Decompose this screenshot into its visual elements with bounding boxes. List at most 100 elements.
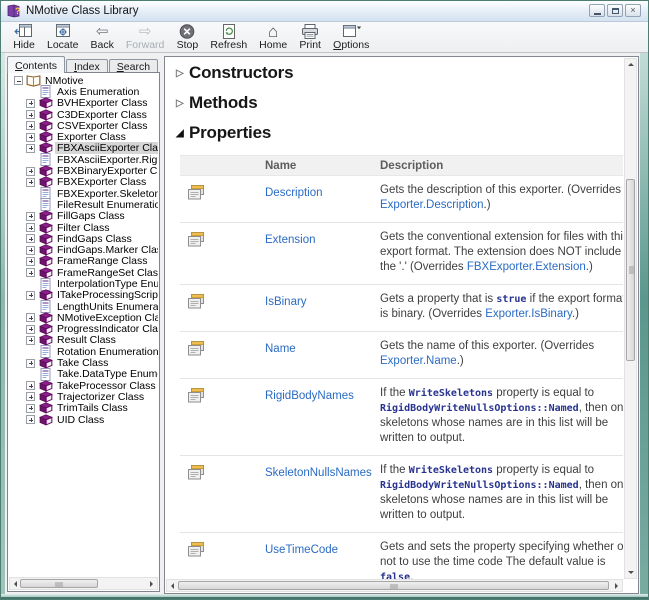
tree-item[interactable]: FileResult Enumeration <box>10 199 158 210</box>
tree-item-label[interactable]: Result Class <box>55 334 118 346</box>
tree-item-label[interactable]: CSVExporter Class <box>55 120 149 132</box>
tree-plus-box-icon[interactable] <box>26 313 35 322</box>
tree-item[interactable]: ITakeProcessingScript Interf. <box>10 290 158 301</box>
tree-plus-box-icon[interactable] <box>26 415 35 424</box>
tree-item-label[interactable]: InterpolationType Enumeratio <box>55 278 158 290</box>
tree-plus-box-icon[interactable] <box>26 246 35 255</box>
locate-button[interactable]: Locate <box>41 23 85 51</box>
options-button[interactable]: Options <box>327 23 375 51</box>
tree-plus-box-icon[interactable] <box>26 257 35 266</box>
tree-item[interactable]: FBXAsciiExporter Class <box>10 143 158 154</box>
tree-item-label[interactable]: FrameRangeSet Class <box>55 267 158 279</box>
tree-plus-box-icon[interactable] <box>26 336 35 345</box>
scroll-down-arrow-icon[interactable] <box>625 567 636 578</box>
topic-vertical-scrollbar[interactable] <box>624 58 637 579</box>
tree-item[interactable]: Take Class <box>10 357 158 368</box>
tree-scroll-thumb[interactable] <box>20 579 98 588</box>
tree-plus-box-icon[interactable] <box>26 268 35 277</box>
topic-scroll-thumb[interactable] <box>626 179 635 361</box>
property-name-link[interactable]: IsBinary <box>265 296 307 308</box>
tree-item-label[interactable]: NMotiveException Class <box>55 312 158 324</box>
tab-index[interactable]: Index <box>66 59 108 73</box>
tree-plus-box-icon[interactable] <box>26 234 35 243</box>
tree-item[interactable]: Axis Enumeration <box>10 86 158 97</box>
tree-item-label[interactable]: Take.DataType Enumeration <box>55 368 158 380</box>
tree-item-label[interactable]: Filter Class <box>55 222 112 234</box>
close-button[interactable]: × <box>625 4 641 17</box>
tree-item[interactable]: LengthUnits Enumeration <box>10 301 158 312</box>
tree-item-label[interactable]: TakeProcessor Class <box>55 380 158 392</box>
tree-item[interactable]: FBXAsciiExporter.RigidBodyW <box>10 154 158 165</box>
scroll-left-arrow-icon[interactable] <box>167 580 178 591</box>
tree-minus-box-icon[interactable] <box>14 76 23 85</box>
forward-button[interactable]: ⇨ Forward <box>120 23 171 51</box>
tree-plus-box-icon[interactable] <box>26 359 35 368</box>
tree-item[interactable]: FrameRangeSet Class <box>10 267 158 278</box>
tree-plus-box-icon[interactable] <box>26 144 35 153</box>
tree-item[interactable]: Take.DataType Enumeration <box>10 369 158 380</box>
tree-item[interactable]: Result Class <box>10 335 158 346</box>
tree-item[interactable]: Filter Class <box>10 222 158 233</box>
tree-item[interactable]: TrimTails Class <box>10 403 158 414</box>
home-button[interactable]: ⌂ Home <box>253 23 293 51</box>
tree-item[interactable]: Rotation Enumeration <box>10 346 158 357</box>
tree-item-label[interactable]: FBXAsciiExporter.RigidBodyW <box>55 154 158 166</box>
tree-item[interactable]: C3DExporter Class <box>10 109 158 120</box>
tree-item-label[interactable]: Trajectorizer Class <box>55 391 146 403</box>
tree-item[interactable]: CSVExporter Class <box>10 120 158 131</box>
tree-item[interactable]: FindGaps Class <box>10 233 158 244</box>
section-constructors[interactable]: Constructors <box>176 63 623 83</box>
section-properties[interactable]: Properties <box>176 123 623 143</box>
tree-item[interactable]: FBXBinaryExporter Class <box>10 165 158 176</box>
tree-plus-box-icon[interactable] <box>26 99 35 108</box>
property-name-link[interactable]: Extension <box>265 234 316 246</box>
property-name-link[interactable]: Name <box>265 343 296 355</box>
tree-plus-box-icon[interactable] <box>26 404 35 413</box>
tree-item-label[interactable]: FBXBinaryExporter Class <box>55 165 158 177</box>
override-link[interactable]: Exporter.Name <box>380 355 457 367</box>
tree-item-label[interactable]: FBXExporter Class <box>55 176 148 188</box>
tree-item[interactable]: NMotiveException Class <box>10 312 158 323</box>
tree-item-label[interactable]: FrameRange Class <box>55 255 149 267</box>
tree-item-label[interactable]: Take Class <box>55 357 110 369</box>
tree-plus-box-icon[interactable] <box>26 381 35 390</box>
tree-item-label[interactable]: LengthUnits Enumeration <box>55 301 158 313</box>
tree-item-label[interactable]: FindGaps.Marker Class <box>55 244 158 256</box>
tree-item-label[interactable]: FBXAsciiExporter Class <box>55 142 158 154</box>
hide-button[interactable]: Hide <box>7 23 41 51</box>
topic-horizontal-scrollbar[interactable] <box>166 579 623 592</box>
tree-item[interactable]: FillGaps Class <box>10 211 158 222</box>
minimize-button[interactable] <box>589 4 605 17</box>
tree-horizontal-scrollbar[interactable] <box>9 577 158 590</box>
tree-item-label[interactable]: FileResult Enumeration <box>55 199 158 211</box>
tree-item-label[interactable]: FBXExporter.SkeletonWriteC <box>55 188 158 200</box>
property-name-link[interactable]: RigidBodyNames <box>265 390 354 402</box>
property-name-link[interactable]: Description <box>265 187 323 199</box>
tree-plus-box-icon[interactable] <box>26 133 35 142</box>
topic-hscroll-thumb[interactable] <box>178 581 609 590</box>
tree-item[interactable]: NMotive <box>10 75 158 86</box>
tree-item-label[interactable]: Axis Enumeration <box>55 86 141 98</box>
tree-plus-box-icon[interactable] <box>26 223 35 232</box>
tree-plus-box-icon[interactable] <box>26 291 35 300</box>
override-link[interactable]: Exporter.IsBinary <box>485 308 572 320</box>
tree-item-label[interactable]: FindGaps Class <box>55 233 134 245</box>
override-link[interactable]: Exporter.Description <box>380 199 484 211</box>
tree-plus-box-icon[interactable] <box>26 212 35 221</box>
tree-item-label[interactable]: Rotation Enumeration <box>55 346 158 358</box>
scroll-right-arrow-icon[interactable] <box>611 580 622 591</box>
tree-plus-box-icon[interactable] <box>26 167 35 176</box>
tree-item-label[interactable]: C3DExporter Class <box>55 109 149 121</box>
scroll-up-arrow-icon[interactable] <box>625 59 636 70</box>
property-name-link[interactable]: SkeletonNullsNames <box>265 467 372 479</box>
scroll-right-arrow-icon[interactable] <box>146 578 157 589</box>
tree-item[interactable]: Exporter Class <box>10 131 158 142</box>
tab-contents[interactable]: Contents <box>7 56 65 73</box>
tree-item[interactable]: ProgressIndicator Class <box>10 324 158 335</box>
tree-plus-box-icon[interactable] <box>26 110 35 119</box>
tree-item-label[interactable]: BVHExporter Class <box>55 97 149 109</box>
tree-item-label[interactable]: ITakeProcessingScript Interf. <box>55 289 158 301</box>
tree-item-label[interactable]: ProgressIndicator Class <box>55 323 158 335</box>
tree-item[interactable]: FindGaps.Marker Class <box>10 244 158 255</box>
tree-item[interactable]: Trajectorizer Class <box>10 391 158 402</box>
